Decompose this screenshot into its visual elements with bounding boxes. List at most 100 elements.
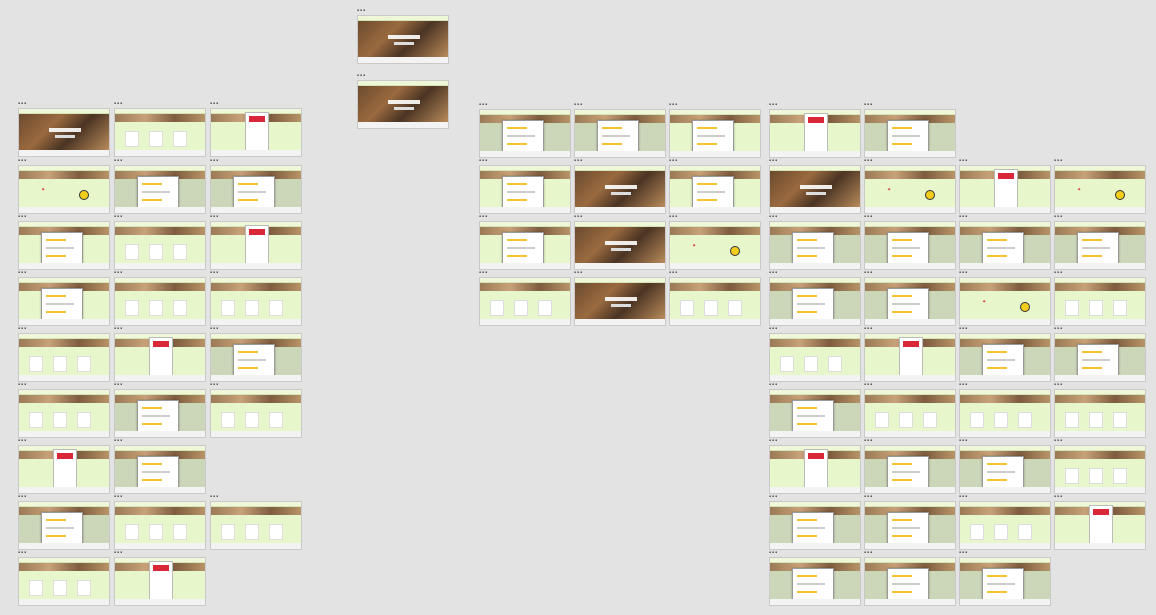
artboard-frame[interactable] <box>210 221 302 270</box>
artboard-frame[interactable] <box>959 333 1051 382</box>
artboard-frame[interactable] <box>1054 501 1146 550</box>
restaurant-card[interactable] <box>173 524 187 540</box>
review-modal[interactable] <box>887 512 929 544</box>
artboard-frame[interactable] <box>864 501 956 550</box>
restaurant-card[interactable] <box>221 300 235 316</box>
restaurant-card[interactable] <box>899 412 913 428</box>
restaurant-card[interactable] <box>804 356 818 372</box>
artboard-frame[interactable] <box>959 221 1051 270</box>
artboard-frame[interactable] <box>210 501 302 550</box>
restaurant-card[interactable] <box>680 300 694 316</box>
review-modal[interactable] <box>502 176 544 208</box>
restaurant-card[interactable] <box>245 412 259 428</box>
restaurant-card[interactable] <box>125 524 139 540</box>
restaurant-card[interactable] <box>221 524 235 540</box>
artboard-frame[interactable] <box>210 389 302 438</box>
artboard-frame[interactable]: ✦ <box>18 165 110 214</box>
review-modal[interactable] <box>597 120 639 152</box>
brand-logo-icon[interactable] <box>730 246 740 256</box>
design-canvas[interactable]: ▪▪▪ ▪▪▪ ▪▪▪ ▪▪▪ ▪▪▪ ▪▪▪ ✦ ▪▪▪ ▪▪▪ ▪▪▪ ▪▪▪ ▪▪▪ ▪▪▪ ▪▪▪… <box>0 0 1156 615</box>
artboard-frame[interactable] <box>479 109 571 158</box>
artboard-frame[interactable] <box>357 80 449 129</box>
review-modal[interactable] <box>502 120 544 152</box>
review-modal[interactable] <box>137 176 179 208</box>
artboard-frame[interactable] <box>864 557 956 606</box>
artboard-frame[interactable] <box>1054 445 1146 494</box>
restaurant-card[interactable] <box>29 412 43 428</box>
restaurant-card[interactable] <box>29 580 43 596</box>
review-modal[interactable] <box>982 456 1024 488</box>
restaurant-card[interactable] <box>1065 468 1079 484</box>
artboard-frame[interactable] <box>769 277 861 326</box>
review-modal[interactable] <box>792 512 834 544</box>
review-modal[interactable] <box>982 568 1024 600</box>
restaurant-card[interactable] <box>245 300 259 316</box>
artboard-frame[interactable] <box>1054 221 1146 270</box>
artboard-frame[interactable] <box>18 445 110 494</box>
artboard-frame[interactable] <box>769 221 861 270</box>
review-modal[interactable] <box>1077 232 1119 264</box>
artboard-frame[interactable] <box>959 445 1051 494</box>
artboard-frame[interactable]: ✦ <box>1054 165 1146 214</box>
restaurant-card[interactable] <box>994 412 1008 428</box>
artboard-frame[interactable] <box>574 277 666 326</box>
restaurant-card[interactable] <box>1018 412 1032 428</box>
artboard-frame[interactable] <box>864 221 956 270</box>
artboard-frame[interactable] <box>769 501 861 550</box>
brand-logo[interactable]: ✦ <box>982 300 986 305</box>
artboard-frame[interactable] <box>959 389 1051 438</box>
restaurant-card[interactable] <box>173 244 187 260</box>
artboard-frame[interactable]: ✦ <box>864 165 956 214</box>
artboard-frame[interactable] <box>479 221 571 270</box>
artboard-frame[interactable] <box>18 501 110 550</box>
artboard-frame[interactable] <box>574 165 666 214</box>
review-modal[interactable] <box>41 288 83 320</box>
artboard-frame[interactable] <box>18 333 110 382</box>
artboard-frame[interactable] <box>864 277 956 326</box>
restaurant-card[interactable] <box>828 356 842 372</box>
brand-logo[interactable]: ✦ <box>692 244 696 249</box>
artboard-frame[interactable] <box>769 557 861 606</box>
review-modal[interactable] <box>792 288 834 320</box>
restaurant-card[interactable] <box>1089 468 1103 484</box>
review-modal[interactable] <box>692 176 734 208</box>
restaurant-card[interactable] <box>1113 412 1127 428</box>
restaurant-card[interactable] <box>125 131 139 147</box>
restaurant-card[interactable] <box>149 244 163 260</box>
artboard-frame[interactable] <box>669 277 761 326</box>
restaurant-card[interactable] <box>994 524 1008 540</box>
artboard-frame[interactable] <box>210 333 302 382</box>
review-modal[interactable] <box>233 344 275 376</box>
review-modal[interactable] <box>792 232 834 264</box>
restaurant-card[interactable] <box>1089 300 1103 316</box>
review-modal[interactable] <box>887 232 929 264</box>
artboard-frame[interactable] <box>574 109 666 158</box>
brand-logo-icon[interactable] <box>925 190 935 200</box>
artboard-frame[interactable] <box>769 389 861 438</box>
artboard-frame[interactable] <box>574 221 666 270</box>
restaurant-card[interactable] <box>490 300 504 316</box>
restaurant-card[interactable] <box>1065 300 1079 316</box>
artboard-frame[interactable] <box>959 557 1051 606</box>
restaurant-card[interactable] <box>970 412 984 428</box>
artboard-frame[interactable] <box>769 165 861 214</box>
restaurant-card[interactable] <box>149 131 163 147</box>
restaurant-card[interactable] <box>728 300 742 316</box>
restaurant-card[interactable] <box>875 412 889 428</box>
review-modal[interactable] <box>233 176 275 208</box>
artboard-frame[interactable] <box>210 165 302 214</box>
artboard-frame[interactable] <box>210 277 302 326</box>
artboard-frame[interactable] <box>114 501 206 550</box>
review-modal[interactable] <box>137 456 179 488</box>
artboard-frame[interactable] <box>114 165 206 214</box>
artboard-frame[interactable] <box>210 108 302 157</box>
artboard-frame[interactable] <box>669 165 761 214</box>
review-modal[interactable] <box>792 568 834 600</box>
artboard-frame[interactable] <box>959 501 1051 550</box>
review-modal[interactable] <box>41 512 83 544</box>
review-modal[interactable] <box>502 232 544 264</box>
restaurant-card[interactable] <box>77 580 91 596</box>
restaurant-card[interactable] <box>1113 300 1127 316</box>
artboard-frame[interactable] <box>18 277 110 326</box>
review-modal[interactable] <box>982 344 1024 376</box>
